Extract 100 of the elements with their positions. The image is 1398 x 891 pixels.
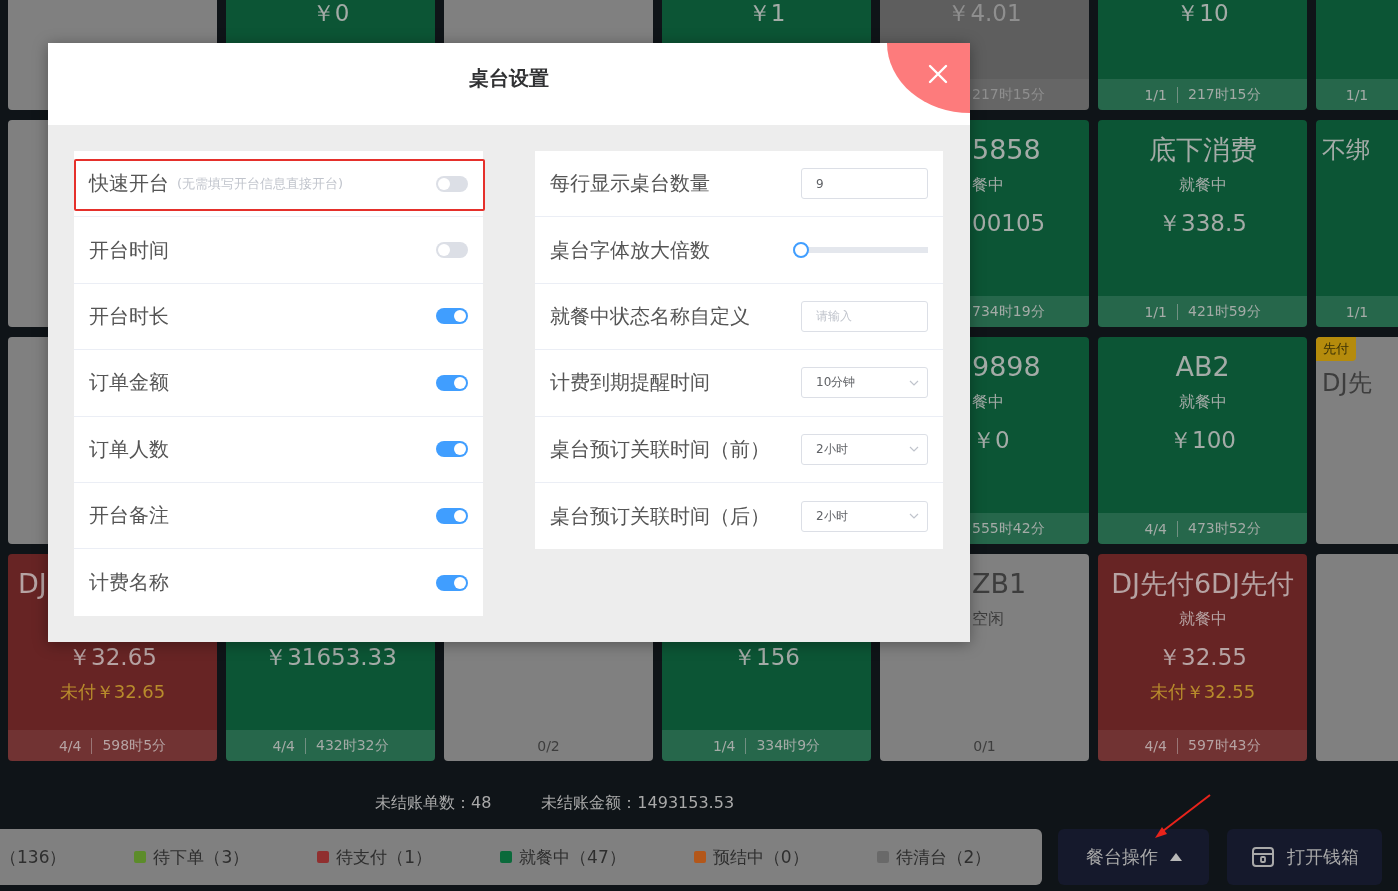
order-amount: ￥156 <box>733 643 800 672</box>
order-amount: ￥0 <box>311 0 350 26</box>
table-name: DJ先 <box>1322 368 1372 399</box>
legend-label: 待支付（1） <box>336 845 433 869</box>
setting-label: 开台时长 <box>89 302 169 330</box>
dining-duration: 421时59分 <box>1188 302 1261 321</box>
table-name: 不绑 <box>1322 135 1370 166</box>
order-amount: ￥100 <box>1169 426 1236 455</box>
seat-count: 4/4 <box>1144 737 1167 754</box>
dining-duration: 473时52分 <box>1188 519 1261 538</box>
dining-duration: 598时5分 <box>102 736 167 755</box>
table-status: 空闲 <box>972 608 1004 630</box>
legend-label: （136） <box>0 845 67 869</box>
setting-label: 桌台预订关联时间（后） <box>550 502 770 530</box>
table-status: 餐中 <box>972 174 1004 196</box>
setting-label: 开台备注 <box>89 502 169 530</box>
dining-duration: 734时19分 <box>972 302 1045 321</box>
toggle-switch[interactable] <box>436 507 468 524</box>
caret-up-icon <box>1169 853 1182 861</box>
table-tile[interactable]: 底下消费 就餐中 ￥338.5 1/1 421时59分 <box>1098 120 1307 327</box>
table-tile[interactable]: 先付 DJ先 <box>1316 337 1398 544</box>
table-status: 就餐中 <box>1178 174 1227 196</box>
setting-label: 就餐中状态名称自定义 <box>550 302 750 330</box>
setting-label: 订单金额 <box>89 369 169 397</box>
prepaid-badge: 先付 <box>1316 337 1356 361</box>
table-tile[interactable] <box>1316 554 1398 761</box>
seat-count: 0/1 <box>973 737 996 754</box>
select-field[interactable]: 2小时 <box>801 433 928 465</box>
seat-count: 1/1 <box>1345 303 1369 320</box>
select-field[interactable]: 10分钟 <box>801 367 928 399</box>
toggle-switch[interactable] <box>436 574 468 591</box>
setting-label: 每行显示桌台数量 <box>550 170 710 198</box>
legend-label: 待下单（3） <box>153 845 250 869</box>
summary-text: 未结账单数：48 <box>375 793 492 813</box>
table-status: 就餐中 <box>1178 608 1227 630</box>
table-name: DJ <box>18 567 47 601</box>
dining-duration: 334时9分 <box>756 736 821 755</box>
seat-count: 4/4 <box>58 737 82 754</box>
seat-count: 1/1 <box>1144 303 1167 320</box>
summary-text: 未结账金额：1493153.53 <box>541 793 735 813</box>
toggle-switch[interactable] <box>436 242 468 259</box>
order-amount: ￥1 <box>747 0 786 26</box>
order-amount: ￥338.5 <box>1158 209 1247 238</box>
dialog-title: 桌台设置 <box>469 65 549 91</box>
legend-label: 就餐中（47） <box>519 845 626 869</box>
input-field[interactable]: 请输入 <box>801 300 928 332</box>
seat-count: 1/1 <box>1144 86 1167 103</box>
seat-count: 0/2 <box>537 737 560 754</box>
action-button[interactable]: 打开钱箱 <box>1227 829 1382 885</box>
setting-label: 快速开台 <box>89 170 169 198</box>
table-status: 就餐中 <box>1178 391 1227 413</box>
table-name: AB2 <box>1175 350 1230 384</box>
order-amount: ￥10 <box>1176 0 1229 26</box>
toggle-switch[interactable] <box>436 308 468 325</box>
setting-label: 开台时间 <box>89 236 169 264</box>
dining-duration: 217时15分 <box>1188 85 1261 104</box>
order-amount: ￥32.55 <box>1158 643 1247 672</box>
order-amount: ￥31653.33 <box>264 643 397 672</box>
unpaid-amount: 未付￥32.55 <box>1149 680 1256 704</box>
table-name: DJ先付6DJ先付 <box>1111 567 1294 601</box>
legend-label: 待清台（2） <box>895 845 992 869</box>
action-button[interactable]: 餐台操作 <box>1058 829 1209 885</box>
table-tile[interactable]: ￥10 1/1 217时15分 <box>1098 0 1307 110</box>
legend-label: 预结中（0） <box>712 845 809 869</box>
toggle-switch[interactable] <box>436 175 468 192</box>
toggle-switch[interactable] <box>436 441 468 458</box>
table-name: 5858 <box>972 133 1041 167</box>
chevron-down-icon <box>909 379 919 386</box>
input-field[interactable]: 9 <box>801 168 928 200</box>
order-amount: ￥0 <box>972 426 1010 455</box>
table-name: 9898 <box>972 350 1041 384</box>
dining-duration: 432时32分 <box>316 736 389 755</box>
setting-label: 桌台预订关联时间（前） <box>550 435 770 463</box>
unpaid-amount: 未付￥32.65 <box>59 680 166 704</box>
close-icon <box>927 63 949 85</box>
setting-label: 计费到期提醒时间 <box>550 369 710 397</box>
chevron-down-icon <box>909 446 919 453</box>
toggle-switch[interactable] <box>436 374 468 391</box>
table-tile[interactable]: AB2 就餐中 ￥100 4/4 473时52分 <box>1098 337 1307 544</box>
seat-count: 1/1 <box>1345 86 1369 103</box>
lockbox-icon <box>1250 845 1275 869</box>
seat-count: 4/4 <box>1144 520 1167 537</box>
table-tile[interactable]: 1/1 <box>1316 0 1398 110</box>
table-status: 餐中 <box>972 391 1004 413</box>
setting-label: 订单人数 <box>89 435 169 463</box>
table-tile[interactable]: 不绑 1/1 <box>1316 120 1398 327</box>
seat-count: 4/4 <box>272 737 295 754</box>
order-amount: 00105 <box>972 209 1046 238</box>
select-field[interactable]: 2小时 <box>801 500 928 532</box>
dining-duration: 555时42分 <box>972 519 1045 538</box>
dining-duration: 597时43分 <box>1188 736 1261 755</box>
order-amount: ￥32.65 <box>68 643 157 672</box>
setting-label: 桌台字体放大倍数 <box>550 236 710 264</box>
table-name: 底下消费 <box>1148 133 1257 167</box>
chevron-down-icon <box>909 513 919 520</box>
slider-thumb[interactable] <box>793 242 809 259</box>
setting-label: 计费名称 <box>89 569 169 597</box>
table-tile[interactable]: DJ先付6DJ先付 就餐中 ￥32.55 未付￥32.55 4/4 597时43分 <box>1098 554 1307 761</box>
seat-count: 1/4 <box>712 737 736 754</box>
table-name: ZB1 <box>972 567 1027 601</box>
